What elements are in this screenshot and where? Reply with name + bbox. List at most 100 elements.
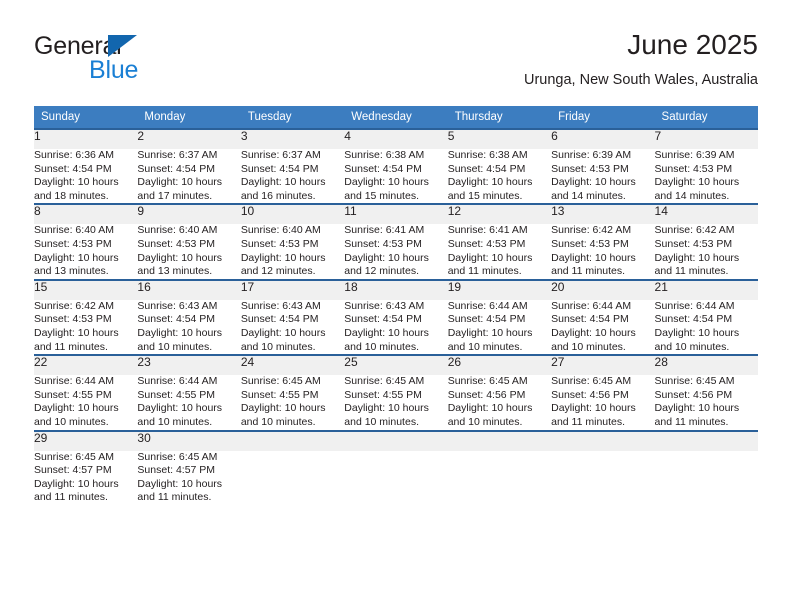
daylight-text-line2: and 10 minutes. (344, 415, 419, 428)
day-cell[interactable] (448, 451, 551, 505)
day-number[interactable]: 14 (654, 203, 758, 225)
weekday-headers: Sunday Monday Tuesday Wednesday Thursday Frid… (34, 106, 758, 129)
day-cell[interactable]: Sunrise: 6:42 AM Sunset: 4:53 PM Daylight:… (655, 224, 758, 279)
day-number[interactable]: 15 (34, 278, 138, 300)
day-number[interactable]: 26 (447, 354, 552, 376)
brand-logo[interactable]: General Blue (34, 32, 234, 88)
day-number[interactable]: 16 (137, 278, 241, 300)
day-cell[interactable] (241, 451, 344, 505)
day-cell[interactable]: Sunrise: 6:37 AM Sunset: 4:54 PM Daylight:… (137, 149, 240, 204)
day-number[interactable]: 5 (447, 128, 552, 149)
day-cell[interactable]: Sunrise: 6:38 AM Sunset: 4:54 PM Daylight:… (448, 149, 551, 204)
weekday-header-tuesday: Tuesday (240, 106, 345, 129)
day-number[interactable]: 25 (344, 354, 448, 376)
day-cell[interactable] (551, 451, 654, 505)
day-cell[interactable]: Sunrise: 6:37 AM Sunset: 4:54 PM Daylight:… (241, 149, 344, 204)
day-cell[interactable]: Sunrise: 6:38 AM Sunset: 4:54 PM Daylight:… (344, 149, 447, 204)
day-cell[interactable]: Sunrise: 6:43 AM Sunset: 4:54 PM Daylight:… (344, 300, 447, 355)
day-cell[interactable]: Sunrise: 6:40 AM Sunset: 4:53 PM Daylight:… (137, 224, 240, 279)
day-cell[interactable]: Sunrise: 6:44 AM Sunset: 4:55 PM Daylight:… (34, 375, 137, 430)
day-number[interactable]: 19 (447, 278, 552, 300)
day-number[interactable]: 24 (240, 354, 345, 376)
day-cell[interactable]: Sunrise: 6:43 AM Sunset: 4:54 PM Daylight:… (137, 300, 240, 355)
daylight-text-line2: and 11 minutes. (447, 265, 522, 278)
day-number[interactable] (447, 429, 552, 451)
day-cell[interactable]: Sunrise: 6:44 AM Sunset: 4:55 PM Daylight:… (137, 375, 240, 430)
day-number[interactable]: 17 (240, 278, 345, 300)
day-cell[interactable]: Sunrise: 6:41 AM Sunset: 4:53 PM Daylight:… (344, 224, 447, 279)
day-number[interactable]: 8 (34, 203, 138, 225)
day-number[interactable] (344, 429, 448, 451)
day-number[interactable]: 28 (654, 354, 758, 376)
daylight-text-line2: and 11 minutes. (34, 340, 108, 353)
day-cell[interactable] (655, 451, 758, 505)
day-cell[interactable]: Sunrise: 6:40 AM Sunset: 4:53 PM Daylight:… (241, 224, 344, 279)
sunset-text: Sunset: 4:53 PM (137, 237, 216, 250)
daylight-text-line1: Daylight: 10 hours (654, 402, 740, 415)
sunset-text: Sunset: 4:53 PM (654, 162, 733, 175)
daylight-text-line2: and 10 minutes. (137, 340, 213, 353)
calendar-week-numbers-row: 1234567 (34, 128, 758, 149)
day-number[interactable]: 11 (344, 203, 448, 225)
sunset-text: Sunset: 4:54 PM (137, 313, 216, 326)
sunset-text: Sunset: 4:55 PM (344, 388, 422, 401)
day-number[interactable]: 9 (137, 203, 241, 225)
day-number[interactable]: 22 (34, 354, 138, 376)
day-number[interactable]: 7 (654, 128, 758, 149)
daylight-text-line1: Daylight: 10 hours (344, 326, 429, 339)
day-number[interactable]: 18 (344, 278, 448, 300)
calendar-week-numbers-row: 22 23 24 25 26 27 28 (34, 354, 758, 376)
day-cell[interactable]: Sunrise: 6:42 AM Sunset: 4:53 PM Daylight:… (34, 300, 137, 355)
sunrise-text: Sunrise: 6:45 AM (447, 375, 528, 388)
day-number[interactable]: 4 (344, 128, 448, 149)
day-number[interactable]: 27 (551, 354, 655, 376)
day-cell[interactable]: Sunrise: 6:36 AM Sunset: 4:54 PM Daylight:… (34, 149, 137, 204)
sunrise-text: Sunrise: 6:45 AM (240, 375, 321, 388)
day-number[interactable]: 12 (447, 203, 552, 225)
day-cell[interactable] (344, 451, 447, 505)
daylight-text-line2: and 10 minutes. (551, 340, 626, 353)
day-number[interactable]: 21 (654, 278, 758, 300)
day-cell[interactable]: Sunrise: 6:40 AM Sunset: 4:53 PM Daylight:… (34, 224, 137, 279)
day-cell[interactable]: Sunrise: 6:44 AM Sunset: 4:54 PM Daylight:… (551, 300, 654, 355)
day-number[interactable]: 10 (240, 203, 345, 225)
day-cell[interactable]: Sunrise: 6:44 AM Sunset: 4:54 PM Daylight:… (448, 300, 551, 355)
day-number[interactable]: 20 (551, 278, 655, 300)
day-cell[interactable]: Sunrise: 6:45 AM Sunset: 4:56 PM Daylight:… (448, 375, 551, 430)
day-number[interactable] (654, 429, 758, 451)
sunrise-text: Sunrise: 6:42 AM (654, 224, 735, 237)
day-number[interactable]: 13 (551, 203, 655, 225)
day-cell[interactable]: Sunrise: 6:45 AM Sunset: 4:55 PM Daylight:… (241, 375, 344, 430)
day-cell[interactable]: Sunrise: 6:45 AM Sunset: 4:56 PM Daylight:… (655, 375, 758, 430)
calendar-page: General Blue June 2025 Urunga, New South… (0, 0, 792, 612)
weekday-header-saturday: Saturday (654, 106, 758, 129)
day-cell[interactable]: Sunrise: 6:42 AM Sunset: 4:53 PM Daylight:… (551, 224, 654, 279)
daylight-text-line1: Daylight: 10 hours (137, 176, 223, 189)
weekday-header-monday: Monday (137, 106, 241, 129)
day-number[interactable]: 6 (551, 128, 655, 149)
day-cell[interactable]: Sunrise: 6:44 AM Sunset: 4:54 PM Daylight:… (655, 300, 758, 355)
day-number[interactable]: 2 (137, 128, 241, 149)
daylight-text-line2: and 11 minutes. (551, 265, 626, 278)
day-cell[interactable]: Sunrise: 6:45 AM Sunset: 4:57 PM Daylight:… (34, 451, 137, 505)
sunrise-text: Sunrise: 6:44 AM (654, 299, 735, 312)
day-cell[interactable]: Sunrise: 6:39 AM Sunset: 4:53 PM Daylight:… (655, 149, 758, 204)
day-number[interactable]: 23 (137, 354, 241, 376)
day-number[interactable]: 1 (34, 128, 138, 149)
day-cell[interactable]: Sunrise: 6:43 AM Sunset: 4:54 PM Daylight:… (241, 300, 344, 355)
sunset-text: Sunset: 4:53 PM (551, 162, 629, 175)
daylight-text-line2: and 11 minutes. (654, 415, 729, 428)
day-number[interactable] (240, 429, 345, 451)
day-cell[interactable]: Sunrise: 6:45 AM Sunset: 4:56 PM Daylight:… (551, 375, 654, 430)
day-cell[interactable]: Sunrise: 6:39 AM Sunset: 4:53 PM Daylight:… (551, 149, 654, 204)
daylight-text-line2: and 10 minutes. (447, 340, 523, 353)
day-number[interactable] (551, 429, 655, 451)
day-cell[interactable]: Sunrise: 6:41 AM Sunset: 4:53 PM Daylight:… (448, 224, 551, 279)
day-number[interactable]: 30 (137, 429, 241, 451)
day-number[interactable]: 29 (34, 429, 138, 451)
sunset-text: Sunset: 4:53 PM (447, 237, 526, 250)
daylight-text-line1: Daylight: 10 hours (447, 402, 533, 415)
day-number[interactable]: 3 (240, 128, 345, 149)
day-cell[interactable]: Sunrise: 6:45 AM Sunset: 4:57 PM Daylight:… (137, 451, 240, 505)
day-cell[interactable]: Sunrise: 6:45 AM Sunset: 4:55 PM Daylight:… (344, 375, 447, 430)
